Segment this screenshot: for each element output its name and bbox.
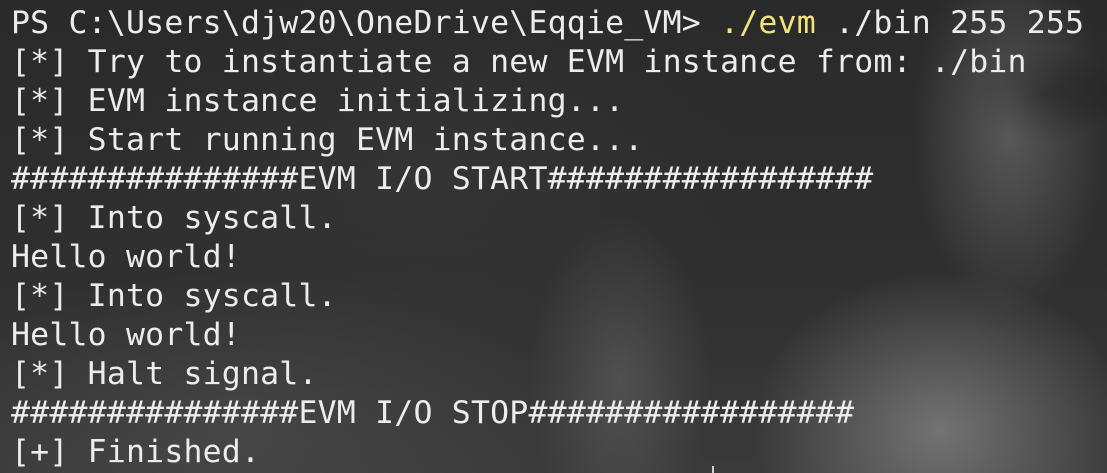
terminal-window[interactable]: PS C:\Users\djw20\OneDrive\Eqqie_VM> ./e… — [0, 0, 1107, 473]
output-line: ###############EVM I/O STOP#############… — [11, 395, 855, 431]
output-line: [+] Finished. — [11, 434, 261, 470]
output-line: Hello world! — [11, 239, 241, 275]
output-line: [*] Try to instantiate a new EVM instanc… — [11, 44, 1027, 80]
output-line: Hello world! — [11, 317, 241, 353]
terminal-output: PS C:\Users\djw20\OneDrive\Eqqie_VM> ./e… — [11, 4, 1084, 472]
prompt-path: PS C:\Users\djw20\OneDrive\Eqqie_VM> — [11, 5, 721, 41]
text-cursor — [712, 466, 714, 473]
prompt-args: ./bin 255 255 — [815, 5, 1085, 41]
output-line: [*] Start running EVM instance... — [11, 122, 644, 158]
output-line: [*] Halt signal. — [11, 356, 318, 392]
output-line: ###############EVM I/O START############… — [11, 161, 874, 197]
output-line: [*] Into syscall. — [11, 200, 337, 236]
prompt-line: PS C:\Users\djw20\OneDrive\Eqqie_VM> ./e… — [11, 4, 1084, 43]
prompt-command: ./evm — [720, 5, 816, 41]
output-line: [*] EVM instance initializing... — [11, 83, 625, 119]
output-line: [*] Into syscall. — [11, 278, 337, 314]
